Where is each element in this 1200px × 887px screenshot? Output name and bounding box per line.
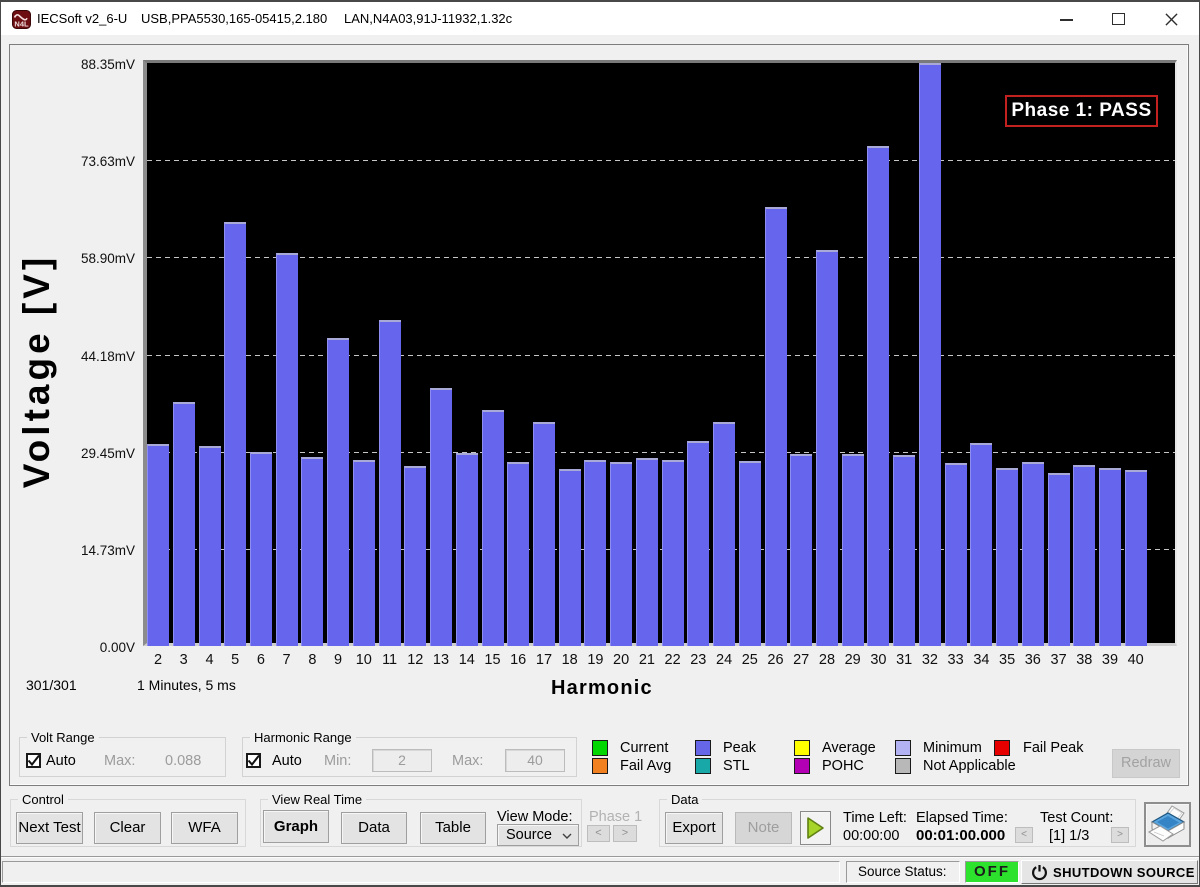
svg-text:N4L: N4L bbox=[14, 20, 29, 29]
